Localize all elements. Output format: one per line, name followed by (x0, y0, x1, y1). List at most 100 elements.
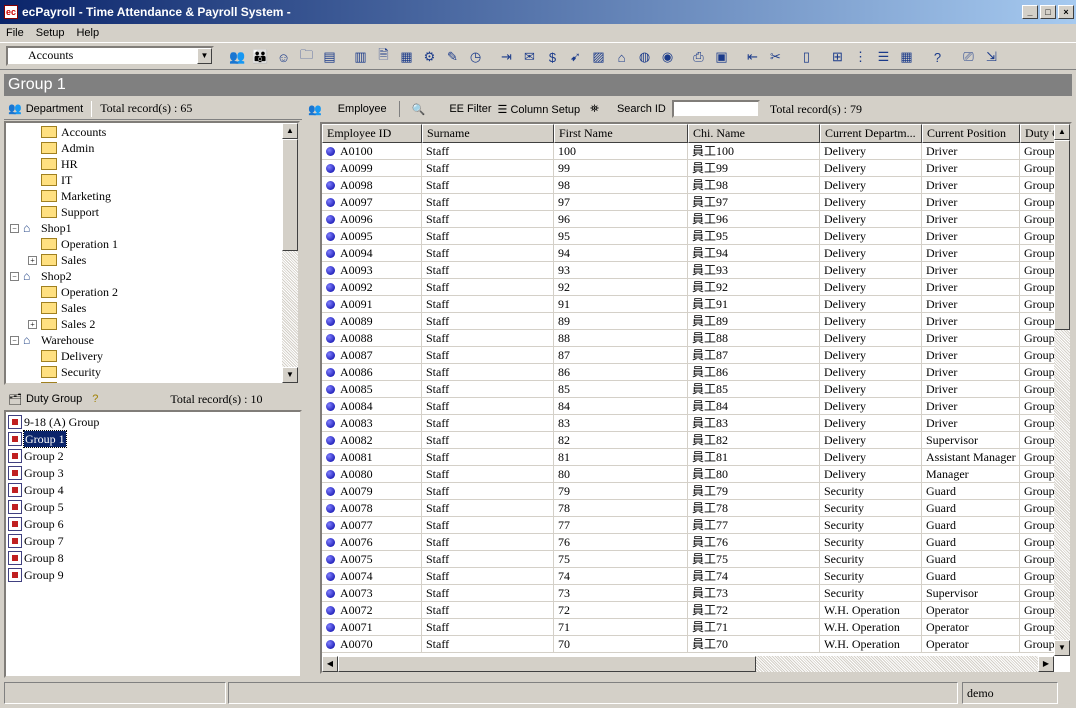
expand-icon[interactable]: + (28, 319, 37, 329)
tree-item[interactable]: IT (28, 172, 72, 188)
tree-item[interactable]: HR (28, 156, 78, 172)
group-icon[interactable]: 👪 (249, 46, 272, 68)
card-icon[interactable]: ▤ (318, 46, 341, 68)
table-row[interactable]: A0072 Staff 72 員工72 W.H. Operation Operator Gr… (322, 602, 1060, 619)
help-icon[interactable]: ? (92, 393, 98, 405)
machine-icon[interactable]: ⎚ (957, 46, 980, 68)
table-vscroll-thumb[interactable] (1054, 140, 1070, 330)
company-select[interactable]: Accounts ▼ (6, 46, 214, 66)
tree-item[interactable]: + Sales 2 (28, 316, 95, 332)
printer-icon[interactable]: ⎙ (687, 46, 710, 68)
menu-file[interactable]: File (0, 27, 30, 39)
scroll-down-icon[interactable]: ▼ (1054, 640, 1070, 656)
calendar-icon[interactable]: ▦ (395, 46, 418, 68)
column-header[interactable]: Surname (422, 124, 554, 143)
column-header[interactable]: Current Position (922, 124, 1020, 143)
tools-icon[interactable]: ✂ (764, 46, 787, 68)
menu-setup[interactable]: Setup (30, 27, 71, 39)
table-row[interactable]: A0082 Staff 82 員工82 Delivery Supervisor Group (322, 432, 1060, 449)
duty-group-item[interactable]: Group 7 (8, 533, 64, 549)
chevron-down-icon[interactable]: ▼ (197, 48, 212, 64)
tree-item[interactable]: Admin (28, 140, 94, 156)
dollar-icon[interactable]: $ (541, 46, 564, 68)
duty-group-item[interactable]: Group 8 (8, 550, 64, 566)
column-header[interactable]: Current Departm... (820, 124, 922, 143)
export-icon[interactable]: ⇥ (495, 46, 518, 68)
doc-icon[interactable]: ▯ (795, 46, 818, 68)
tree-item[interactable]: − ⌂ Warehouse (10, 332, 94, 348)
table-row[interactable]: A0095 Staff 95 員工95 Delivery Driver Group (322, 228, 1060, 245)
close-button[interactable]: × (1058, 5, 1074, 19)
scroll-down-icon[interactable]: ▼ (282, 367, 298, 383)
tree-item[interactable]: − ⌂ Shop2 (10, 268, 72, 284)
expand-icon[interactable]: + (28, 255, 37, 265)
search-id-input[interactable] (671, 100, 760, 118)
world-icon[interactable]: ◉ (656, 46, 679, 68)
table-row[interactable]: A0096 Staff 96 員工96 Delivery Driver Group (322, 211, 1060, 228)
tree-item[interactable]: Operation 1 (28, 236, 118, 252)
scroll-up-icon[interactable]: ▲ (282, 123, 298, 139)
duty-group-item[interactable]: Group 6 (8, 516, 64, 532)
table-row[interactable]: A0077 Staff 77 員工77 Security Guard Group (322, 517, 1060, 534)
ee-filter-button[interactable]: EE Filter (449, 103, 491, 115)
exit-icon[interactable]: ⇲ (980, 46, 1003, 68)
column-setup-button[interactable]: ☰ Column Setup (498, 103, 581, 116)
filter-icon[interactable]: 🔍 (412, 103, 426, 116)
help-icon[interactable]: ? (926, 46, 949, 68)
monitor-icon[interactable]: ▣ (710, 46, 733, 68)
person-icon[interactable]: ☺ (272, 46, 295, 68)
tree-item[interactable]: Operation 2 (28, 284, 118, 300)
table-row[interactable]: A0083 Staff 83 員工83 Delivery Driver Group (322, 415, 1060, 432)
tree-item[interactable]: Support (28, 204, 99, 220)
table-row[interactable]: A0075 Staff 75 員工75 Security Guard Group (322, 551, 1060, 568)
run-icon[interactable]: ➹ (564, 46, 587, 68)
tree-item[interactable]: W.H. Operation (28, 380, 137, 383)
tree-item[interactable]: + Sales (28, 252, 86, 268)
tree-scroll-thumb[interactable] (282, 139, 298, 251)
table-row[interactable]: A0099 Staff 99 員工99 Delivery Driver Group (322, 160, 1060, 177)
column-header[interactable]: First Name (554, 124, 688, 143)
scroll-left-icon[interactable]: ◀ (322, 656, 338, 672)
table-row[interactable]: A0081 Staff 81 員工81 Delivery Assistant Manage… (322, 449, 1060, 466)
folder-icon[interactable]: 🗀 (295, 46, 318, 68)
table-row[interactable]: A0085 Staff 85 員工85 Delivery Driver Group (322, 381, 1060, 398)
table-row[interactable]: A0094 Staff 94 員工94 Delivery Driver Group (322, 245, 1060, 262)
minimize-button[interactable]: _ (1022, 5, 1038, 19)
tree-item[interactable]: Accounts (28, 124, 106, 140)
employee-button[interactable]: Employee (338, 103, 387, 115)
settings-icon[interactable]: ⚙ (418, 46, 441, 68)
mail-icon[interactable]: ✉ (518, 46, 541, 68)
table-row[interactable]: A0087 Staff 87 員工87 Delivery Driver Group (322, 347, 1060, 364)
tree-item[interactable]: Delivery (28, 348, 103, 364)
tree-item[interactable]: − ⌂ Shop1 (10, 220, 72, 236)
table-row[interactable]: A0080 Staff 80 員工80 Delivery Manager Group (322, 466, 1060, 483)
table-row[interactable]: A0084 Staff 84 員工84 Delivery Driver Group (322, 398, 1060, 415)
employees-icon[interactable]: 👥 (308, 103, 322, 116)
tree-item[interactable]: Sales (28, 300, 86, 316)
table-row[interactable]: A0100 Staff 100 員工100 Delivery Driver Group (322, 143, 1060, 160)
table-row[interactable]: A0093 Staff 93 員工93 Delivery Driver Group (322, 262, 1060, 279)
chart-icon[interactable]: ▨ (587, 46, 610, 68)
list-icon[interactable]: ☰ (872, 46, 895, 68)
tree-icon[interactable]: ⊞ (826, 46, 849, 68)
duty-group-item[interactable]: Group 1 (8, 430, 67, 448)
collapse-icon[interactable]: − (10, 271, 19, 281)
table-row[interactable]: A0097 Staff 97 員工97 Delivery Driver Group (322, 194, 1060, 211)
report-icon[interactable]: 🗎 (372, 46, 395, 68)
duty-group-item[interactable]: Group 3 (8, 465, 64, 481)
binoculars-icon[interactable]: ⛯ (590, 103, 599, 116)
column-header[interactable]: Employee ID (322, 124, 422, 143)
pen-icon[interactable]: ✎ (441, 46, 464, 68)
table-row[interactable]: A0074 Staff 74 員工74 Security Guard Group (322, 568, 1060, 585)
tree-scrollbar[interactable]: ▲ ▼ (282, 123, 298, 383)
duty-group-item[interactable]: Group 2 (8, 448, 64, 464)
book-icon[interactable]: ▥ (349, 46, 372, 68)
table-vscrollbar[interactable]: ▲ ▼ (1054, 124, 1070, 656)
table-hscroll-thumb[interactable] (338, 656, 756, 672)
menu-help[interactable]: Help (70, 27, 105, 39)
import-icon[interactable]: ⇤ (741, 46, 764, 68)
table-row[interactable]: A0098 Staff 98 員工98 Delivery Driver Group (322, 177, 1060, 194)
table-row[interactable]: A0079 Staff 79 員工79 Security Guard Group (322, 483, 1060, 500)
table-row[interactable]: A0070 Staff 70 員工70 W.H. Operation Operator Gr… (322, 636, 1060, 653)
table-hscrollbar[interactable]: ◀ ▶ (322, 656, 1054, 672)
